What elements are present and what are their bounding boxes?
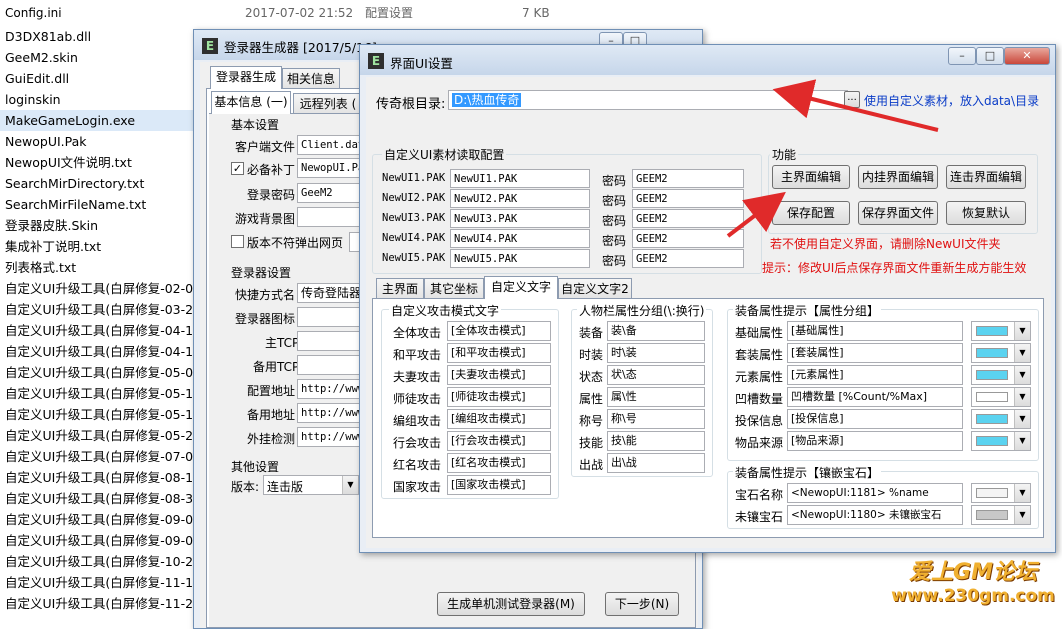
annotation-arrows [726, 79, 939, 238]
watermark: 爱上GM论坛 www.230gm.com [888, 554, 1058, 606]
watermark-url: www.230gm.com [891, 586, 1055, 606]
subtab-basic-info[interactable]: 基本信息 (一) [211, 91, 291, 114]
tab-login-gen[interactable]: 登录器生成 [210, 66, 282, 89]
watermark-title: 爱上GM论坛 [909, 560, 1037, 585]
arrow-to-root-dir [772, 79, 939, 132]
tab-custom-text[interactable]: 自定义文字 [484, 276, 558, 299]
arrow-to-save-config [726, 191, 786, 238]
